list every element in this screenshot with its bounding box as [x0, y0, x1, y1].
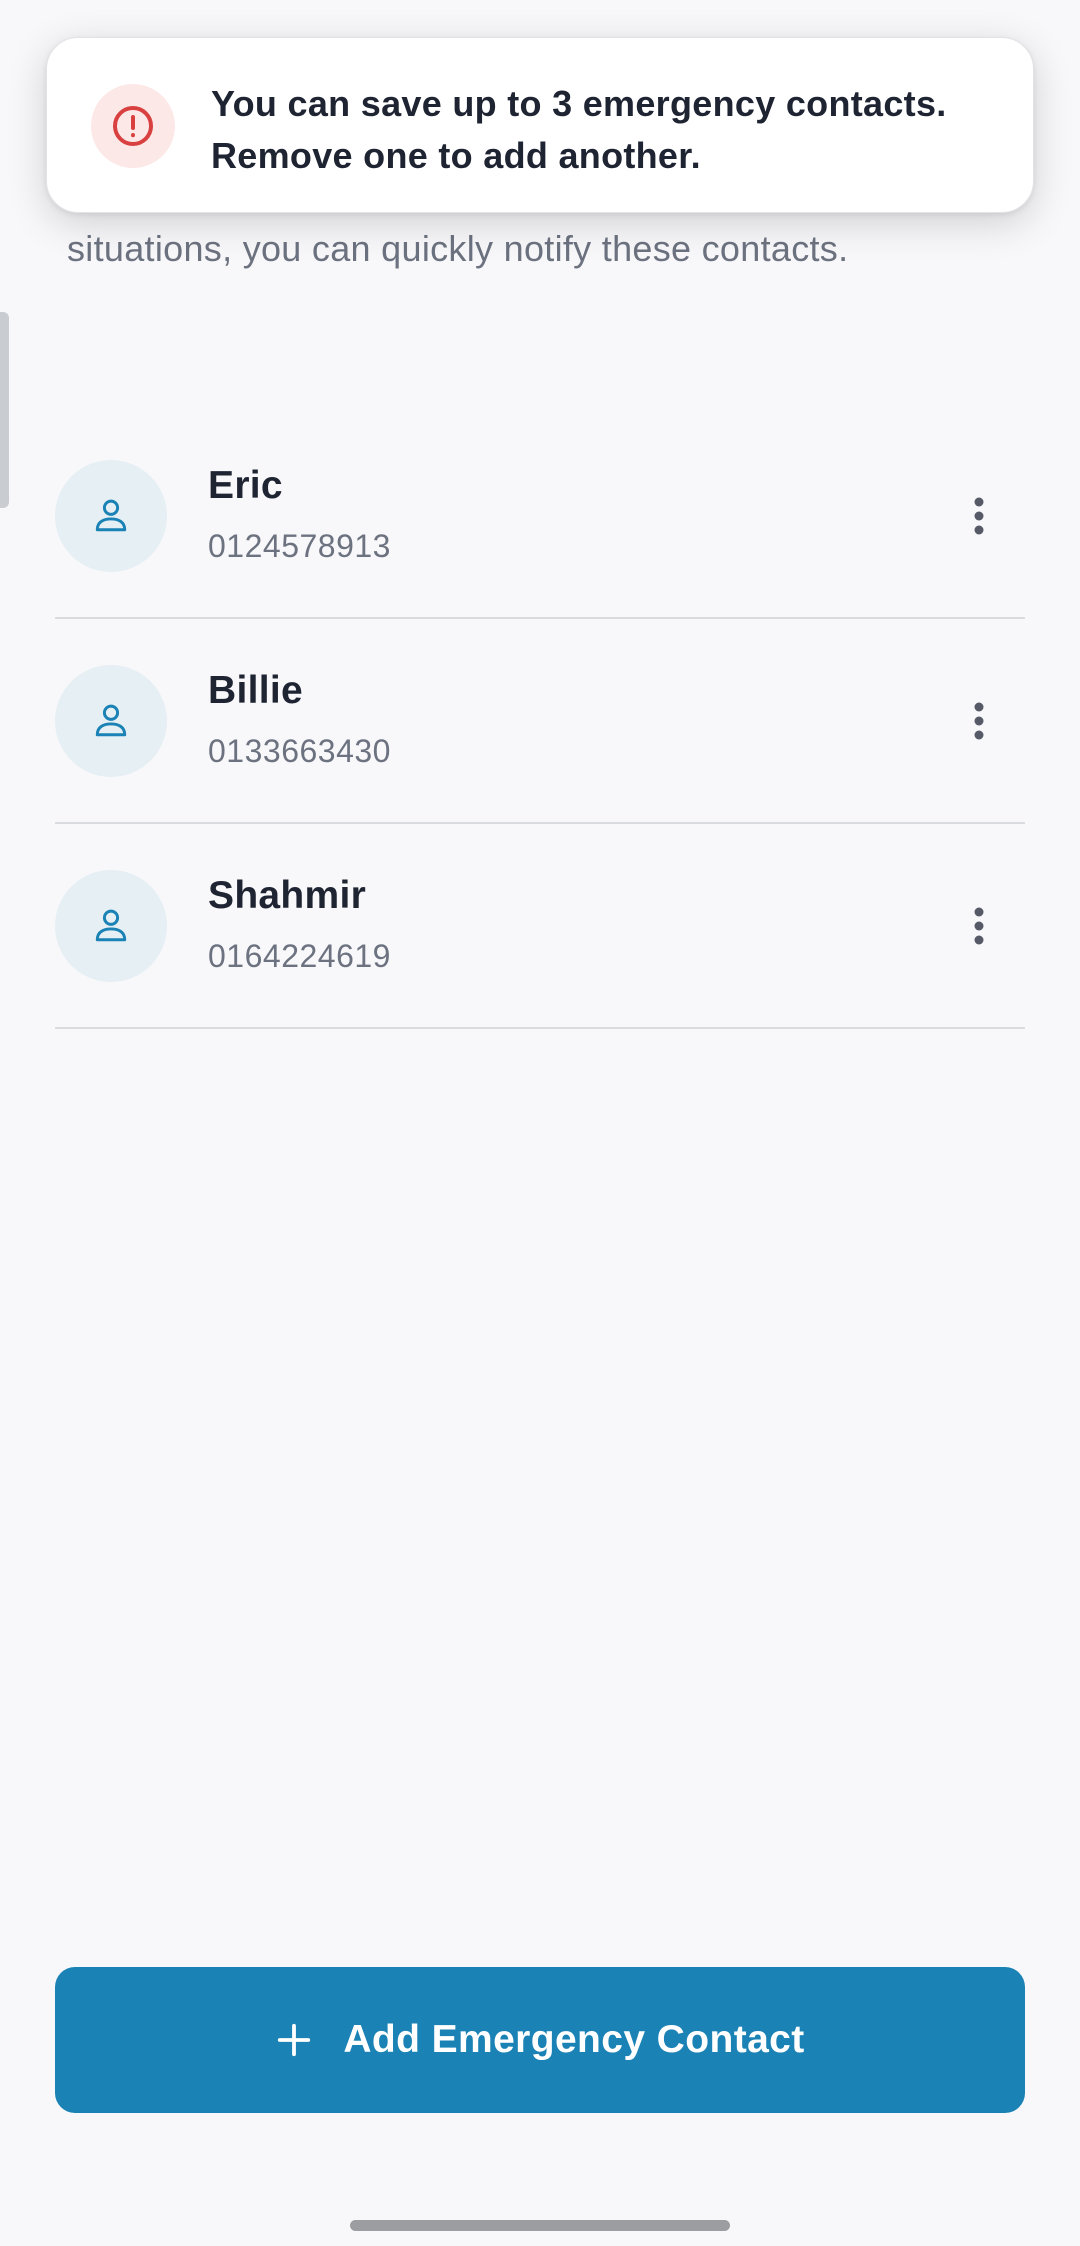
plus-icon [278, 2023, 311, 2057]
contact-row[interactable]: Billie 0133663430 [55, 619, 1025, 824]
alert-circle-icon [113, 106, 153, 146]
user-icon [95, 704, 127, 737]
toast-message: You can save up to 3 emergency contacts.… [211, 83, 947, 176]
contact-name: Eric [208, 464, 283, 507]
side-scroll-handle[interactable] [0, 312, 9, 508]
avatar [55, 665, 167, 777]
more-options-button[interactable] [957, 687, 1001, 755]
add-button-label: Add Emergency Contact [343, 2018, 805, 2061]
avatar [55, 870, 167, 982]
contact-phone: 0164224619 [208, 938, 391, 974]
contact-name: Shahmir [208, 874, 367, 917]
more-options-button[interactable] [957, 892, 1001, 960]
add-emergency-contact-button[interactable]: Add Emergency Contact [55, 1967, 1025, 2113]
toast-notification[interactable]: You can save up to 3 emergency contacts.… [46, 37, 1034, 213]
more-options-button[interactable] [957, 482, 1001, 550]
more-vertical-icon [974, 907, 984, 945]
avatar [55, 460, 167, 572]
contact-phone: 0133663430 [208, 733, 391, 769]
more-vertical-icon [974, 702, 984, 740]
contact-phone: 0124578913 [208, 528, 391, 564]
contact-list: Eric 0124578913 Billie 0133663430 Shahmi… [55, 414, 1025, 1029]
contact-row[interactable]: Eric 0124578913 [55, 414, 1025, 619]
contact-row[interactable]: Shahmir 0164224619 [55, 824, 1025, 1029]
toast-icon-badge [91, 84, 175, 168]
user-icon [95, 909, 127, 942]
user-icon [95, 499, 127, 532]
home-indicator[interactable] [350, 2220, 730, 2231]
contact-name: Billie [208, 669, 303, 712]
more-vertical-icon [974, 497, 984, 535]
